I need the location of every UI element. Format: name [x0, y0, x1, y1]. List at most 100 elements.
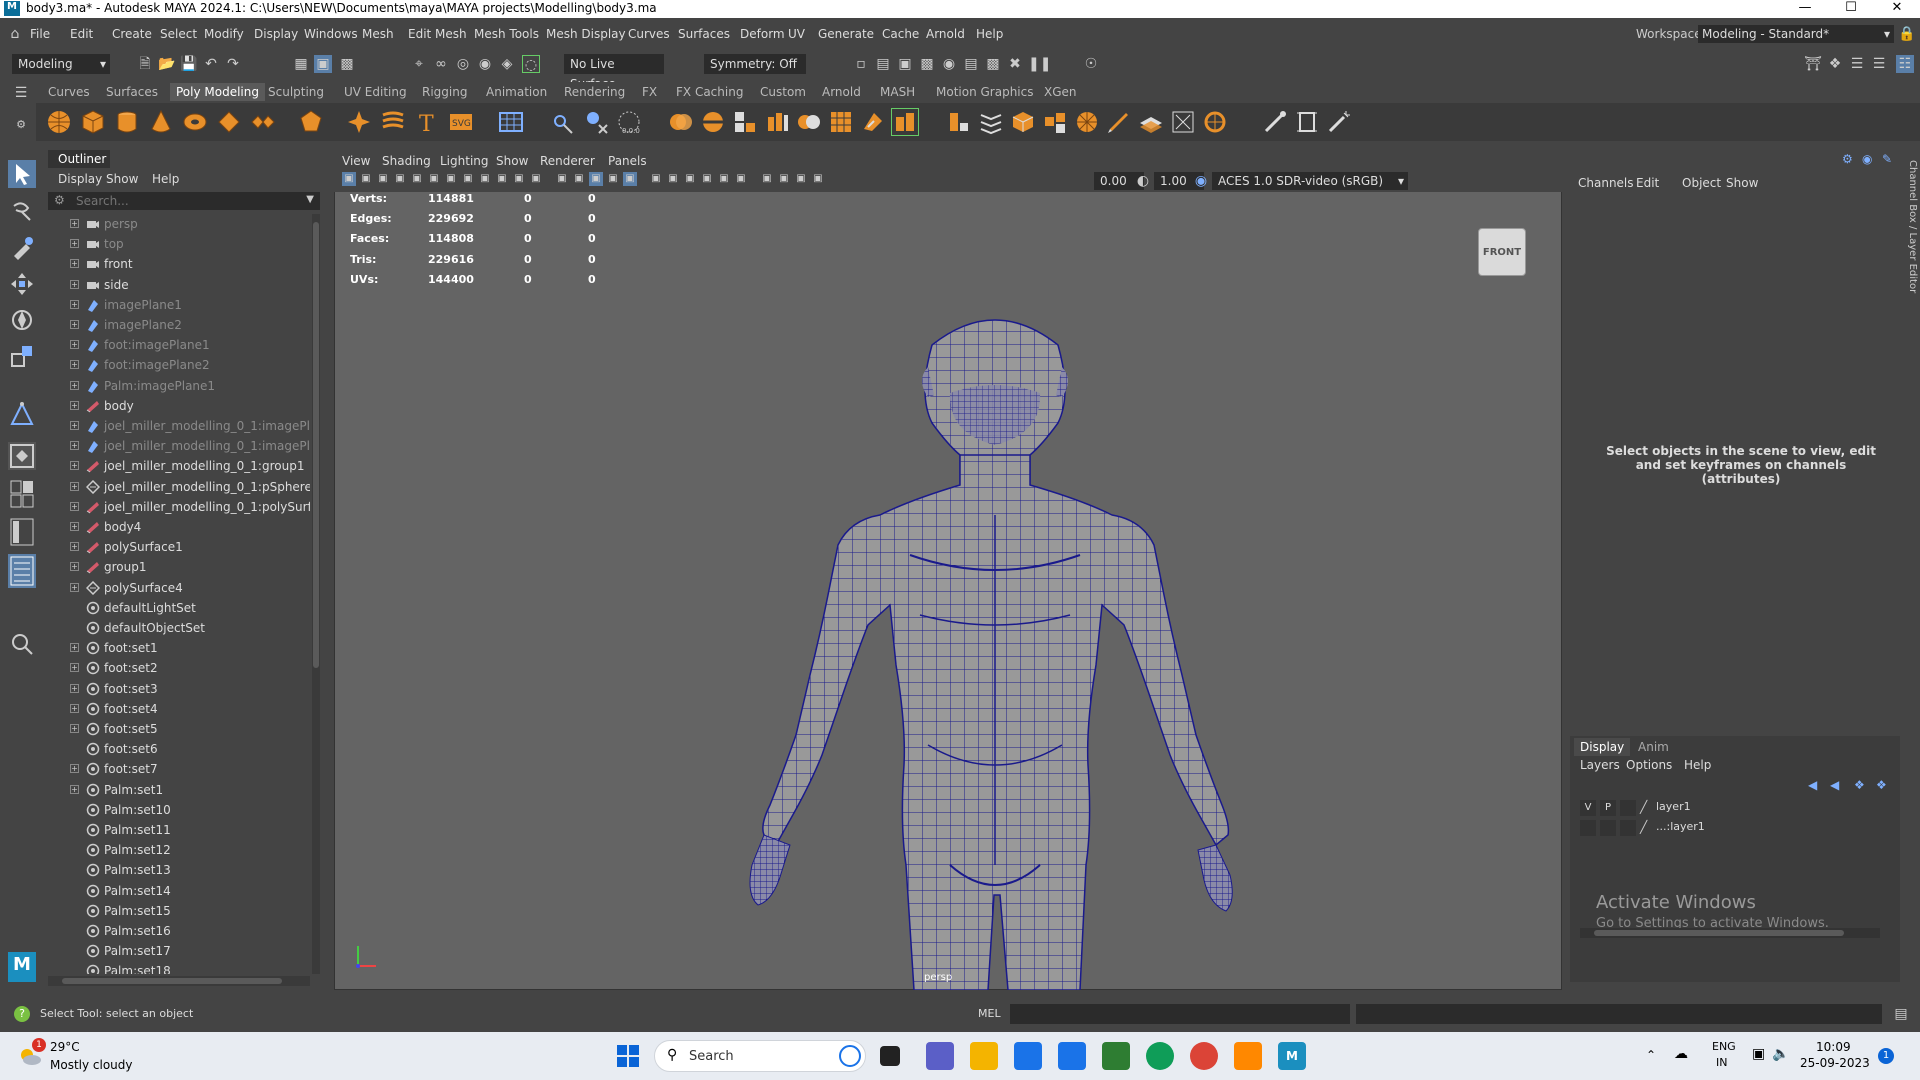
home-icon[interactable]: ⌂ [6, 25, 24, 43]
expand-icon[interactable]: + [70, 259, 79, 269]
outliner-tab[interactable]: Outliner [48, 150, 110, 168]
layer-playback-toggle[interactable]: P [1600, 800, 1616, 816]
color-management-icon[interactable]: ◉ [1192, 172, 1210, 190]
image-plane-toggle-icon[interactable]: ▣ [393, 172, 407, 186]
poly-cone-icon[interactable] [148, 109, 174, 135]
append-polygon-icon[interactable] [860, 109, 886, 135]
mirror-icon[interactable] [1042, 109, 1068, 135]
poly-sphere-icon[interactable] [46, 109, 72, 135]
outliner-item-palm-set1[interactable]: + Palm:set1 [48, 780, 310, 800]
help-icon[interactable]: ? [14, 1006, 30, 1022]
shelf-tab-poly-modeling[interactable]: Poly Modeling [170, 83, 265, 101]
menu-mesh-display[interactable]: Mesh Display [546, 27, 626, 41]
bridge-icon[interactable] [796, 109, 822, 135]
outliner-item-body4[interactable]: + body4 [48, 517, 310, 537]
menu-arnold[interactable]: Arnold [926, 27, 965, 41]
light-editor-icon[interactable]: ▩ [984, 55, 1002, 73]
tray-chevron-icon[interactable]: ⌃ [1646, 1048, 1656, 1062]
edge-icon[interactable] [1146, 1042, 1174, 1070]
menu-deform[interactable]: Deform [740, 27, 785, 41]
onedrive-icon[interactable]: ☁ [1674, 1046, 1688, 1062]
viewport-menu-shading[interactable]: Shading [382, 154, 431, 168]
vlc-icon[interactable] [1234, 1042, 1262, 1070]
select-tool-icon[interactable] [8, 160, 36, 188]
cleanup-icon[interactable] [1202, 109, 1228, 135]
search-dropdown-icon[interactable]: ▼ [306, 194, 314, 205]
combine-icon[interactable] [550, 109, 576, 135]
render-setup-icon[interactable]: ▤ [962, 55, 980, 73]
channel-box-menu-show[interactable]: Show [1726, 176, 1758, 190]
outliner-item-foot-set7[interactable]: + foot:set7 [48, 759, 310, 779]
outliner-item-polysurface4[interactable]: + polySurface4 [48, 578, 310, 598]
persp-outliner-layout-icon[interactable] [8, 516, 36, 548]
menu-windows[interactable]: Windows [304, 27, 358, 41]
network-icon[interactable]: ▣ [1752, 1046, 1765, 1062]
poly-cylinder-icon[interactable] [114, 109, 140, 135]
boolean-difference-icon[interactable] [700, 109, 726, 135]
outliner-item-palm-set15[interactable]: Palm:set15 [48, 901, 310, 921]
shelf-menu-icon[interactable]: ☰ [12, 84, 30, 102]
shelf-tab-uv-editing[interactable]: UV Editing [344, 85, 407, 99]
fill-hole-icon[interactable] [1010, 109, 1036, 135]
layer-visibility-toggle[interactable] [1580, 820, 1596, 836]
render-view-icon[interactable]: ▤ [874, 55, 892, 73]
wireframe-on-shaded-icon[interactable]: ▣ [623, 172, 637, 186]
mel-label[interactable]: MEL [978, 1007, 1001, 1020]
layer-menu-help[interactable]: Help [1684, 758, 1711, 772]
use-lights-icon[interactable]: ▣ [666, 172, 680, 186]
ambient-occlusion-icon[interactable]: ▣ [700, 172, 714, 186]
platonic-solid-icon[interactable] [298, 109, 324, 135]
outliner-menu-show[interactable]: Show [106, 172, 138, 186]
gate-mask-icon[interactable]: ▣ [495, 172, 509, 186]
maximize-button[interactable]: ☐ [1828, 0, 1874, 18]
outliner-item-defaultlightset[interactable]: defaultLightSet [48, 598, 310, 618]
shelf-settings-icon[interactable]: ⚙ [12, 116, 30, 134]
outliner-hscroll-thumb[interactable] [62, 978, 282, 984]
camera-attributes-icon[interactable]: ▣ [359, 172, 373, 186]
menu-cache[interactable]: Cache [882, 27, 919, 41]
close-button[interactable]: ✕ [1874, 0, 1920, 18]
layer-hscroll-thumb[interactable] [1594, 930, 1844, 936]
move-layer-up-icon[interactable]: ◀ [1808, 778, 1817, 792]
channel-box-icon-c[interactable]: ✎ [1882, 152, 1892, 166]
soft-modify-tool-icon[interactable] [8, 400, 36, 428]
workspace-dropdown[interactable]: Modeling - Standard* ▾ [1698, 25, 1894, 43]
outliner-item-foot-imageplane1[interactable]: + foot:imagePlane1 [48, 335, 310, 355]
sculpt-brush-icon[interactable] [1262, 109, 1288, 135]
snap-grid-icon[interactable]: ⌖ [410, 55, 428, 73]
outliner-item-front[interactable]: + front [48, 254, 310, 274]
shelf-tab-arnold[interactable]: Arnold [822, 85, 861, 99]
move-layer-down-icon[interactable]: ◀ [1830, 778, 1839, 792]
poly-star-icon[interactable] [346, 109, 372, 135]
expand-icon[interactable]: + [70, 380, 79, 390]
menu-edit[interactable]: Edit [70, 27, 93, 41]
lasso-tool-icon[interactable] [8, 198, 36, 226]
extract-icon[interactable] [732, 109, 758, 135]
outliner-item-side[interactable]: + side [48, 275, 310, 295]
expand-icon[interactable]: + [70, 461, 79, 471]
grease-pencil-icon[interactable]: ▣ [410, 172, 424, 186]
outliner-search-input[interactable] [76, 194, 296, 208]
channel-box-side-label[interactable]: Channel Box / Layer Editor [1906, 160, 1918, 300]
menu-file[interactable]: File [30, 27, 50, 41]
channel-box-icon-b[interactable]: ◉ [1862, 152, 1872, 166]
menu-mesh-tools[interactable]: Mesh Tools [474, 27, 539, 41]
symmetry-dropdown[interactable]: Symmetry: Off [704, 54, 806, 74]
layer-menu-options[interactable]: Options [1626, 758, 1672, 772]
xray-joints-icon[interactable]: ▣ [777, 172, 791, 186]
separate-icon[interactable] [584, 109, 610, 135]
outliner-item-foot-set5[interactable]: + foot:set5 [48, 719, 310, 739]
reduce-icon[interactable] [1170, 109, 1196, 135]
outliner-item-group1[interactable]: + group1 [48, 557, 310, 577]
menuset-dropdown[interactable]: Modeling ▾ [12, 54, 110, 74]
exposure-icon[interactable]: ▣ [811, 172, 825, 186]
shelf-tab-motion-graphics[interactable]: Motion Graphics [936, 85, 1034, 99]
render-frame-icon[interactable]: ▣ [896, 55, 914, 73]
tool-settings-icon[interactable]: ☰ [1848, 55, 1866, 73]
select-object-icon[interactable]: ▣ [314, 55, 332, 73]
expand-icon[interactable]: + [70, 441, 79, 451]
expand-icon[interactable]: + [70, 522, 79, 531]
shelf-tab-sculpting[interactable]: Sculpting [268, 85, 324, 99]
four-view-layout-icon[interactable] [8, 478, 36, 510]
shadows-icon[interactable]: ▣ [683, 172, 697, 186]
